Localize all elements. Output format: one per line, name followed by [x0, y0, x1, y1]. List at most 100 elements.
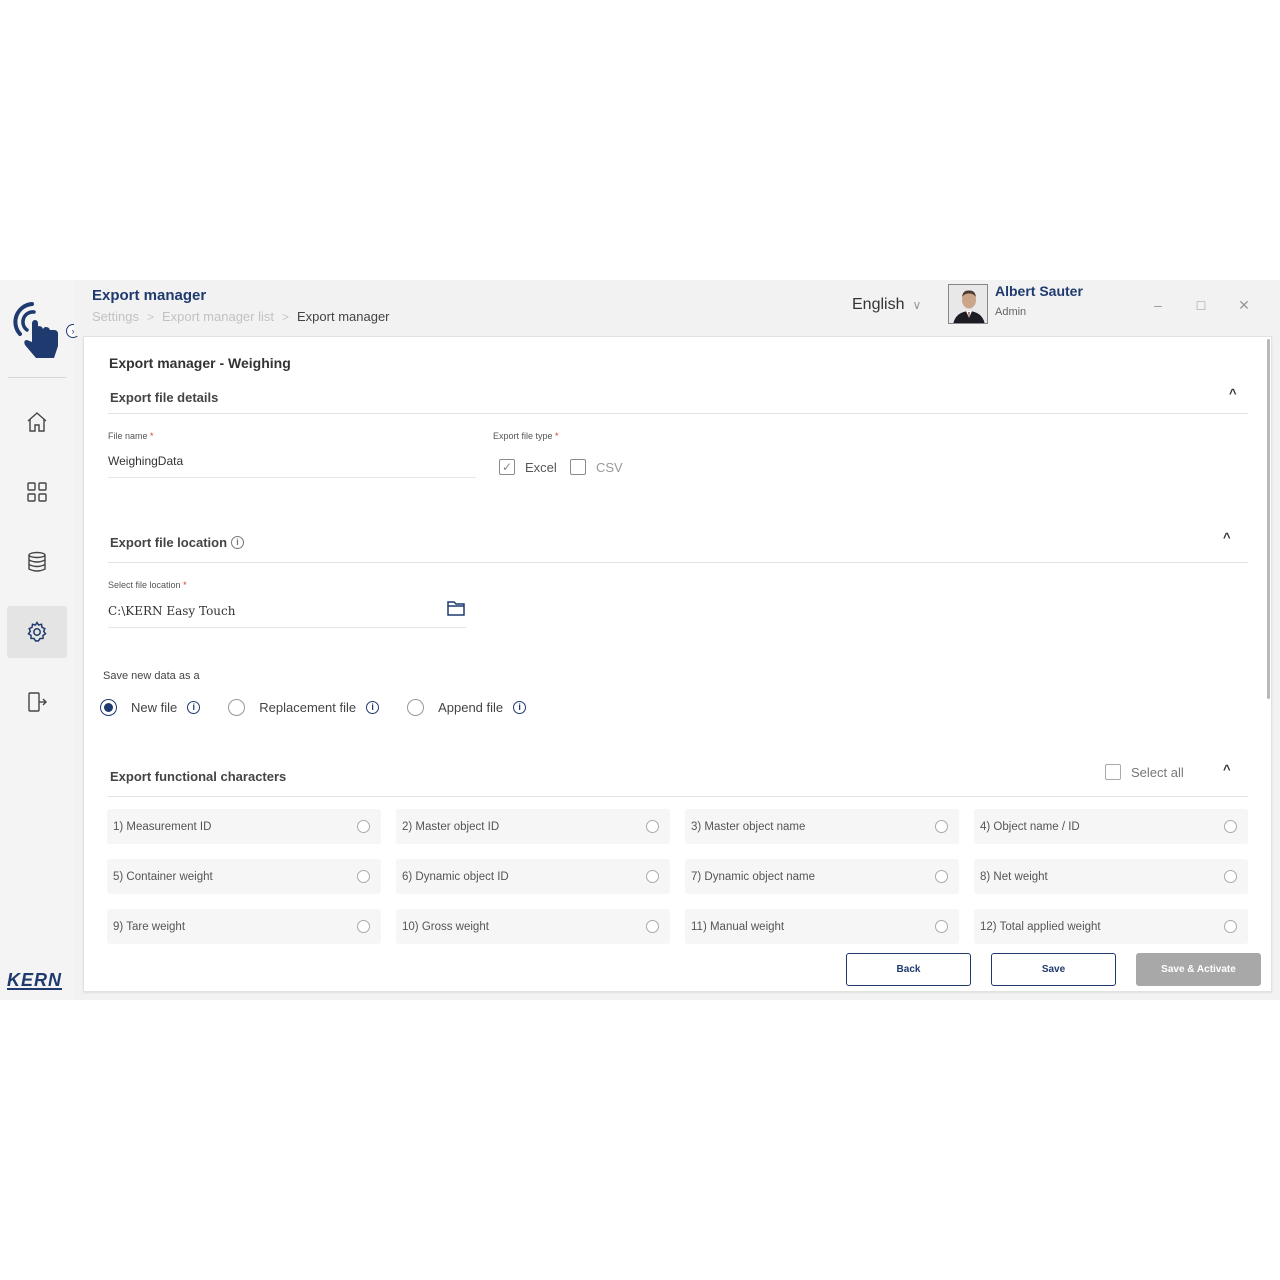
radio-replacement-file[interactable]: Replacement file i [228, 699, 380, 716]
file-name-input[interactable]: WeighingData [108, 454, 183, 468]
list-item-label: 2) Master object ID [402, 820, 500, 833]
radio-empty-icon [646, 920, 659, 933]
radio-empty-icon [357, 870, 370, 883]
list-item-label: 1) Measurement ID [113, 820, 212, 833]
csv-label: CSV [596, 459, 623, 475]
radio-empty-icon [357, 920, 370, 933]
list-item-label: 6) Dynamic object ID [402, 870, 509, 883]
list-item-label: 12) Total applied weight [980, 920, 1101, 933]
empty-checkbox-icon [570, 459, 586, 475]
list-item[interactable]: 6) Dynamic object ID [396, 859, 670, 894]
dashboard-icon [27, 482, 47, 502]
avatar[interactable] [948, 284, 988, 324]
user-photo-icon [949, 285, 987, 323]
file-location-underline [108, 627, 466, 628]
sidebar-item-logout[interactable] [7, 676, 67, 728]
list-item-label: 5) Container weight [113, 870, 213, 883]
radio-empty-icon [646, 820, 659, 833]
section-divider [108, 413, 1248, 414]
file-location-input[interactable]: C:\KERN Easy Touch [108, 604, 235, 618]
file-name-underline [108, 477, 476, 478]
list-item[interactable]: 7) Dynamic object name [685, 859, 959, 894]
radio-empty-icon [407, 699, 425, 716]
file-location-label: Select file location * [108, 580, 187, 590]
language-label: English [852, 296, 905, 313]
radio-empty-icon [935, 870, 948, 883]
minimize-icon[interactable]: – [1147, 294, 1169, 316]
logout-icon [28, 692, 47, 712]
radio-empty-icon [935, 920, 948, 933]
info-icon[interactable]: i [231, 536, 245, 549]
maximize-icon[interactable]: □ [1190, 294, 1212, 316]
radio-new-file-label: New file [131, 700, 178, 715]
list-item[interactable]: 9) Tare weight [107, 909, 381, 944]
header: Export manager Settings > Export manager… [74, 280, 1280, 336]
radio-empty-icon [1224, 920, 1237, 933]
sidebar-item-home[interactable] [7, 396, 67, 448]
section-title-functional-characters: Export functional characters [110, 769, 287, 784]
breadcrumb: Settings > Export manager list > Export … [92, 309, 390, 324]
chevron-down-icon: ∨ [912, 298, 922, 312]
radio-replacement-file-label: Replacement file [259, 700, 357, 715]
list-item[interactable]: 10) Gross weight [396, 909, 670, 944]
collapse-file-details-icon[interactable]: ^ [1229, 386, 1237, 401]
user-name: Albert Sauter [995, 283, 1083, 299]
radio-new-file[interactable]: New file i [100, 699, 201, 716]
home-icon [27, 412, 47, 432]
folder-browse-icon[interactable] [446, 598, 466, 618]
vertical-scrollbar[interactable] [1267, 339, 1270, 699]
list-item[interactable]: 2) Master object ID [396, 809, 670, 844]
list-item[interactable]: 12) Total applied weight [974, 909, 1248, 944]
save-as-label: Save new data as a [103, 670, 200, 682]
info-icon[interactable]: i [366, 701, 380, 714]
select-all-checkbox[interactable]: Select all [1105, 764, 1184, 780]
save-activate-button[interactable]: Save & Activate [1136, 953, 1261, 986]
radio-empty-icon [1224, 820, 1237, 833]
collapse-functional-icon[interactable]: ^ [1223, 762, 1231, 777]
language-selector[interactable]: English ∨ [852, 296, 921, 314]
settings-gear-icon [27, 621, 47, 642]
file-name-label: File name * [108, 431, 154, 441]
list-item[interactable]: 11) Manual weight [685, 909, 959, 944]
info-icon[interactable]: i [513, 701, 527, 714]
radio-append-file[interactable]: Append file i [407, 699, 527, 716]
breadcrumb-chevron-icon: > [146, 309, 154, 324]
sidebar-item-dashboard[interactable] [7, 466, 67, 518]
radio-selected-icon [100, 699, 117, 716]
csv-checkbox[interactable]: CSV [570, 459, 623, 475]
collapse-file-location-icon[interactable]: ^ [1223, 530, 1231, 545]
list-item[interactable]: 8) Net weight [974, 859, 1248, 894]
radio-empty-icon [646, 870, 659, 883]
file-location-title-text: Export file location [110, 535, 228, 550]
section-title-file-details: Export file details [110, 390, 219, 405]
list-item-label: 10) Gross weight [402, 920, 489, 933]
checkmark-icon: ✓ [499, 459, 515, 475]
section-divider [108, 796, 1248, 797]
close-icon[interactable]: ✕ [1233, 294, 1255, 316]
list-item-label: 7) Dynamic object name [691, 870, 815, 883]
list-item[interactable]: 5) Container weight [107, 859, 381, 894]
sidebar-item-database[interactable] [7, 536, 67, 588]
breadcrumb-settings[interactable]: Settings [92, 309, 139, 324]
user-role: Admin [995, 306, 1027, 318]
excel-checkbox[interactable]: ✓ Excel [499, 459, 557, 475]
breadcrumb-current: Export manager [297, 309, 390, 324]
sidebar-item-settings[interactable] [7, 606, 67, 658]
list-item-label: 3) Master object name [691, 820, 806, 833]
radio-empty-icon [228, 699, 246, 716]
breadcrumb-export-manager-list[interactable]: Export manager list [162, 309, 274, 324]
sidebar-divider [8, 377, 66, 378]
export-manager-panel: Export manager - Weighing Export file de… [83, 336, 1272, 992]
list-item[interactable]: 4) Object name / ID [974, 809, 1248, 844]
save-button[interactable]: Save [991, 953, 1116, 986]
list-item-label: 11) Manual weight [691, 920, 785, 933]
info-icon[interactable]: i [187, 701, 201, 714]
select-all-label: Select all [1131, 764, 1184, 780]
page-title: Export manager [92, 287, 207, 304]
list-item[interactable]: 3) Master object name [685, 809, 959, 844]
sidebar: › KERN [0, 280, 80, 1000]
touch-logo-icon [13, 302, 58, 358]
back-button[interactable]: Back [846, 953, 971, 986]
list-item[interactable]: 1) Measurement ID [107, 809, 381, 844]
radio-empty-icon [935, 820, 948, 833]
